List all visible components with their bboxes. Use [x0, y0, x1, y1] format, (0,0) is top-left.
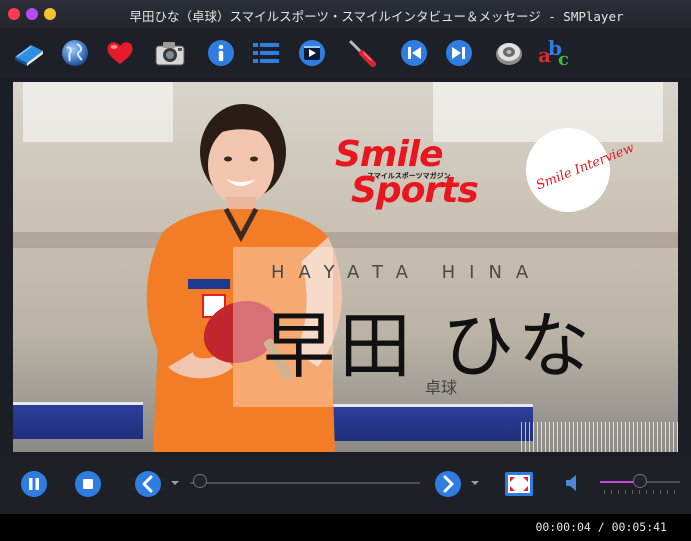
- globe-icon: [62, 40, 88, 66]
- subtitles-button[interactable]: a b c: [537, 37, 571, 69]
- player-name-roman: HAYATA HINA: [271, 262, 543, 283]
- pause-icon: [21, 471, 47, 497]
- maximize-window-button[interactable]: [26, 8, 38, 20]
- next-button[interactable]: [442, 37, 476, 69]
- seek-bar[interactable]: [190, 482, 420, 484]
- arrow-left-icon: [135, 471, 161, 497]
- forward-menu-button[interactable]: [468, 476, 482, 490]
- time-display: 00:00:04 / 00:05:41: [535, 520, 667, 534]
- camera-icon: [155, 42, 185, 66]
- volume-icon: [566, 475, 576, 491]
- playlist-button[interactable]: [249, 37, 283, 69]
- speaker-icon: [496, 43, 522, 65]
- sport-label: 卓球: [425, 378, 458, 397]
- volume-handle[interactable]: [633, 474, 647, 488]
- mute-button[interactable]: [560, 470, 584, 496]
- arrow-right-icon: [435, 471, 461, 497]
- chevron-down-icon: [171, 481, 179, 485]
- list-icon: [253, 43, 279, 63]
- fullscreen-button[interactable]: [503, 469, 535, 499]
- forward-button[interactable]: [432, 468, 464, 500]
- stop-button[interactable]: [72, 468, 104, 500]
- close-window-button[interactable]: [8, 8, 20, 20]
- rewind-button[interactable]: [132, 468, 164, 500]
- skip-forward-icon: [446, 40, 472, 66]
- screenshot-button[interactable]: [153, 37, 187, 69]
- open-url-button[interactable]: [58, 37, 92, 69]
- minimize-window-button[interactable]: [44, 8, 56, 20]
- chevron-down-icon: [471, 481, 479, 485]
- logo-sports-text: Sports: [351, 170, 479, 211]
- pause-button[interactable]: [18, 468, 50, 500]
- info-icon: [208, 40, 234, 66]
- open-file-button[interactable]: [12, 37, 46, 69]
- info-button[interactable]: [204, 37, 238, 69]
- film-icon: [299, 40, 325, 66]
- audio-button[interactable]: [492, 37, 526, 69]
- toolbar: a b c: [0, 28, 691, 78]
- skip-back-icon: [401, 40, 427, 66]
- rewind-menu-button[interactable]: [168, 476, 182, 490]
- volume-ticks: [604, 490, 678, 494]
- previous-button[interactable]: [397, 37, 431, 69]
- status-bar: 00:00:04 / 00:05:41: [0, 514, 691, 541]
- favorites-button[interactable]: [103, 37, 137, 69]
- book-icon: [15, 45, 43, 66]
- heart-icon: [107, 42, 133, 64]
- window-title: 早田ひな（卓球）スマイルスポーツ・スマイルインタビュー＆メッセージ - SMPl…: [129, 9, 624, 24]
- seek-handle[interactable]: [192, 474, 207, 488]
- video-settings-button[interactable]: [295, 37, 329, 69]
- svg-text:c: c: [558, 49, 569, 69]
- title-bar: 早田ひな（卓球）スマイルスポーツ・スマイルインタビュー＆メッセージ - SMPl…: [0, 0, 691, 28]
- fullscreen-icon: [505, 472, 533, 496]
- logo-smile-text: Smile: [335, 134, 444, 175]
- abc-icon: a b c: [538, 37, 569, 69]
- screwdriver-icon: [349, 40, 376, 67]
- stop-icon: [75, 471, 101, 497]
- video-area[interactable]: HAYATA HINA 早田 ひな 卓球 Smile スマイルスポーツマガジン …: [13, 82, 678, 452]
- preferences-button[interactable]: [345, 37, 379, 69]
